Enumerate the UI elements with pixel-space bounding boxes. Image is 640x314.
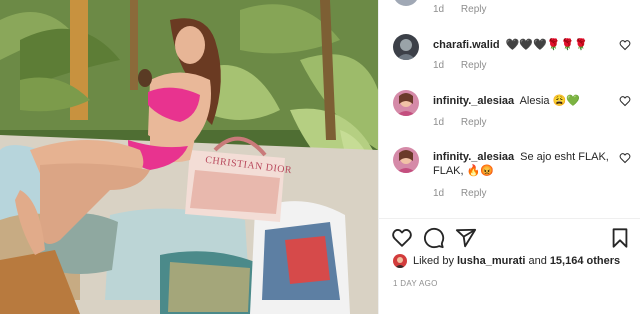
like-heart-icon[interactable] — [391, 227, 413, 249]
comment-meta: 1d Reply — [433, 188, 486, 199]
comment-time: 1d — [433, 188, 445, 199]
photo-scene — [0, 0, 378, 314]
comment-heart-icon[interactable] — [619, 95, 631, 107]
comment-body: Alesia 😩💚 — [519, 95, 580, 107]
likes-prefix: Liked by — [413, 255, 454, 267]
comment-time: 1d — [433, 4, 445, 15]
comment-time: 1d — [433, 117, 445, 128]
commenter-avatar[interactable] — [393, 147, 419, 173]
comment-body: 🖤🖤🖤🌹🌹🌹 — [505, 39, 588, 51]
comment-heart-icon[interactable] — [619, 39, 631, 51]
comment-reply-button[interactable]: Reply — [461, 4, 487, 15]
comment-reply-button[interactable]: Reply — [461, 60, 487, 71]
liker-username[interactable]: lusha_murati — [457, 255, 525, 267]
comment-text-block: infinity._alesiaa Alesia 😩💚 — [433, 94, 613, 108]
commenter-avatar[interactable] — [393, 34, 419, 60]
comment-text-block: charafi.walid 🖤🖤🖤🌹🌹🌹 — [433, 38, 613, 52]
post-photo[interactable]: CHRISTIAN DIOR — [0, 0, 378, 314]
comment-meta: 1d Reply — [433, 117, 486, 128]
comment-reply-button[interactable]: Reply — [461, 117, 487, 128]
commenter-avatar[interactable] — [393, 90, 419, 116]
comment-meta: 1d Reply — [433, 60, 486, 71]
post-action-bar — [379, 218, 640, 252]
comment-username[interactable]: infinity._alesiaa — [433, 95, 514, 107]
comment-time: 1d — [433, 60, 445, 71]
comment-username[interactable]: infinity._alesiaa — [433, 151, 514, 163]
commenter-avatar[interactable] — [393, 0, 419, 6]
comment-username[interactable]: charafi.walid — [433, 39, 500, 51]
comment-meta: 1d Reply — [433, 4, 486, 15]
post-date[interactable]: 1 DAY AGO — [393, 279, 438, 288]
liker-avatar[interactable] — [393, 254, 407, 268]
post-side-panel: 1d Reply charafi.walid 🖤🖤🖤🌹🌹🌹 1d Reply i… — [378, 0, 640, 314]
instagram-post: CHRISTIAN DIOR 1d Reply charafi.walid 🖤🖤… — [0, 0, 640, 314]
likes-count-link[interactable]: 15,164 others — [550, 255, 620, 267]
comment-heart-icon[interactable] — [619, 152, 631, 164]
comment-icon[interactable] — [423, 227, 445, 249]
comment-reply-button[interactable]: Reply — [461, 188, 487, 199]
likes-summary: Liked by lusha_murati and 15,164 others — [393, 253, 623, 269]
share-icon[interactable] — [455, 227, 477, 249]
comment-text-block: infinity._alesiaa Se ajo esht FLAK, FLAK… — [433, 150, 613, 178]
likes-connector: and — [528, 255, 547, 267]
bookmark-icon[interactable] — [609, 227, 631, 249]
